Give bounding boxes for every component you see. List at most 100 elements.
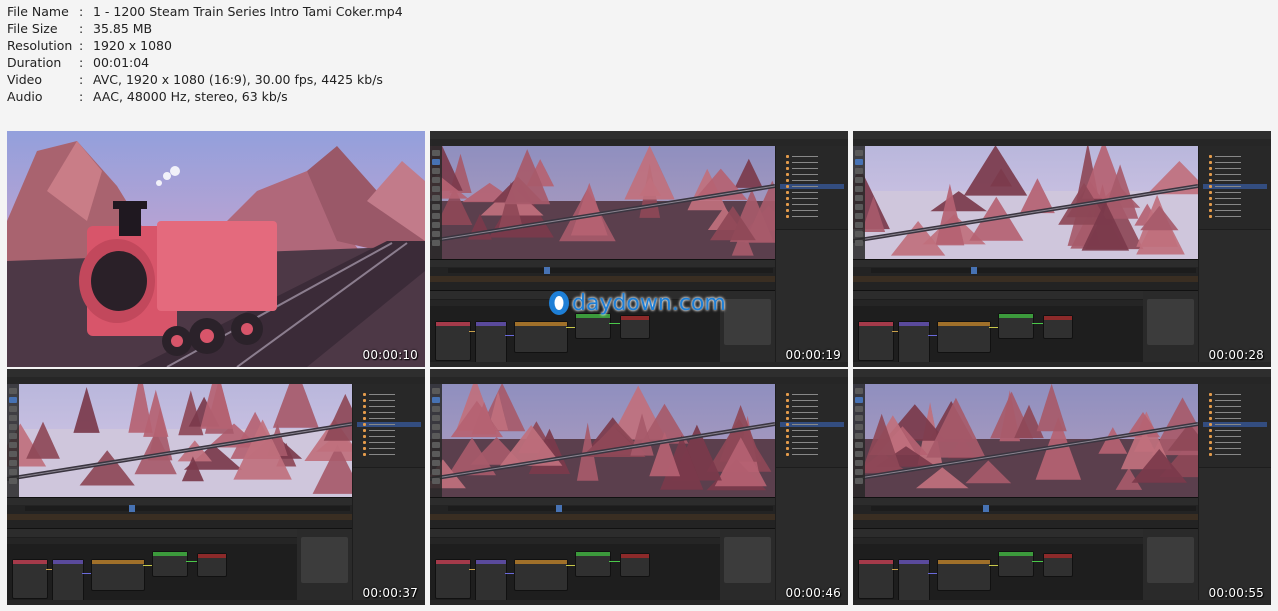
- outliner-row[interactable]: [1203, 166, 1267, 171]
- outliner-row[interactable]: [1203, 214, 1267, 219]
- outliner-row[interactable]: [1203, 172, 1267, 177]
- environment-texture-node[interactable]: [937, 321, 991, 353]
- blender-menubar[interactable]: [7, 377, 425, 384]
- tool-icon[interactable]: [9, 469, 17, 475]
- shader-node-editor[interactable]: [430, 528, 720, 605]
- viewport-3d[interactable]: [853, 146, 1198, 259]
- tool-icon[interactable]: [855, 397, 863, 403]
- outliner-row[interactable]: [780, 154, 844, 159]
- tool-icon[interactable]: [855, 424, 863, 430]
- tool-icon[interactable]: [9, 451, 17, 457]
- outliner-row[interactable]: [1203, 446, 1267, 451]
- tool-icon[interactable]: [855, 388, 863, 394]
- outliner-row[interactable]: [357, 392, 421, 397]
- viewport-3d[interactable]: [7, 384, 352, 497]
- outliner-row[interactable]: [780, 428, 844, 433]
- outliner-row[interactable]: [780, 392, 844, 397]
- playhead[interactable]: [556, 505, 562, 512]
- shader-node-editor[interactable]: [7, 528, 297, 605]
- world-output-node[interactable]: [1043, 315, 1073, 339]
- playhead[interactable]: [544, 267, 550, 274]
- outliner-row[interactable]: [780, 404, 844, 409]
- outliner-row[interactable]: [1203, 440, 1267, 445]
- outliner-row[interactable]: [780, 166, 844, 171]
- outliner-row[interactable]: [357, 440, 421, 445]
- outliner-row[interactable]: [1203, 434, 1267, 439]
- outliner-row[interactable]: [1203, 410, 1267, 415]
- outliner-row[interactable]: [1203, 398, 1267, 403]
- outliner-row[interactable]: [780, 440, 844, 445]
- blender-menubar[interactable]: [430, 377, 848, 384]
- outliner-row[interactable]: [1203, 178, 1267, 183]
- outliner-row[interactable]: [780, 160, 844, 165]
- tool-icon[interactable]: [9, 388, 17, 394]
- tool-icon[interactable]: [432, 213, 440, 219]
- tool-icon[interactable]: [855, 168, 863, 174]
- background-node[interactable]: [152, 551, 188, 577]
- tool-icon[interactable]: [9, 433, 17, 439]
- tool-icon[interactable]: [432, 397, 440, 403]
- texture-coordinate-node[interactable]: [12, 559, 48, 599]
- tool-icon[interactable]: [432, 168, 440, 174]
- outliner-row[interactable]: [357, 428, 421, 433]
- outliner-row[interactable]: [780, 214, 844, 219]
- outliner-row[interactable]: [1203, 160, 1267, 165]
- tool-icon[interactable]: [432, 388, 440, 394]
- world-output-node[interactable]: [1043, 553, 1073, 577]
- tool-icon[interactable]: [855, 240, 863, 246]
- outliner-row[interactable]: [357, 410, 421, 415]
- world-output-node[interactable]: [197, 553, 227, 577]
- mapping-node[interactable]: [898, 559, 930, 603]
- environment-texture-node[interactable]: [91, 559, 145, 591]
- viewport-3d[interactable]: [853, 384, 1198, 497]
- tool-icon[interactable]: [9, 460, 17, 466]
- outliner-row[interactable]: [1203, 190, 1267, 195]
- shader-node-editor[interactable]: [853, 528, 1143, 605]
- mapping-node[interactable]: [52, 559, 84, 603]
- texture-coordinate-node[interactable]: [858, 559, 894, 599]
- outliner-row[interactable]: [780, 422, 844, 427]
- tool-icon[interactable]: [855, 204, 863, 210]
- tool-icon[interactable]: [9, 442, 17, 448]
- tool-icon[interactable]: [9, 397, 17, 403]
- texture-coordinate-node[interactable]: [435, 321, 471, 361]
- tool-icon[interactable]: [432, 406, 440, 412]
- tool-icon[interactable]: [432, 451, 440, 457]
- mapping-node[interactable]: [898, 321, 930, 365]
- tool-icon[interactable]: [432, 469, 440, 475]
- background-node[interactable]: [575, 551, 611, 577]
- blender-menubar[interactable]: [853, 377, 1271, 384]
- outliner-row[interactable]: [357, 416, 421, 421]
- tool-icon[interactable]: [432, 231, 440, 237]
- outliner-row[interactable]: [357, 422, 421, 427]
- outliner-row[interactable]: [1203, 422, 1267, 427]
- outliner-row[interactable]: [1203, 202, 1267, 207]
- tool-icon[interactable]: [9, 424, 17, 430]
- timeline[interactable]: [853, 259, 1198, 290]
- tool-icon[interactable]: [432, 433, 440, 439]
- tool-icon[interactable]: [9, 478, 17, 484]
- tool-icon[interactable]: [855, 406, 863, 412]
- background-node[interactable]: [998, 313, 1034, 339]
- tool-icon[interactable]: [855, 460, 863, 466]
- outliner-row[interactable]: [1203, 392, 1267, 397]
- tool-icon[interactable]: [855, 451, 863, 457]
- playhead[interactable]: [129, 505, 135, 512]
- tool-icon[interactable]: [432, 159, 440, 165]
- timeline[interactable]: [7, 497, 352, 528]
- environment-texture-node[interactable]: [514, 321, 568, 353]
- timeline[interactable]: [853, 497, 1198, 528]
- texture-coordinate-node[interactable]: [858, 321, 894, 361]
- tool-icon[interactable]: [432, 177, 440, 183]
- outliner-row[interactable]: [357, 446, 421, 451]
- tool-icon[interactable]: [432, 204, 440, 210]
- tool-icon[interactable]: [432, 150, 440, 156]
- outliner-row[interactable]: [357, 404, 421, 409]
- outliner-row[interactable]: [357, 452, 421, 457]
- outliner-row[interactable]: [780, 172, 844, 177]
- tool-icon[interactable]: [432, 186, 440, 192]
- tool-icon[interactable]: [432, 240, 440, 246]
- tool-icon[interactable]: [432, 460, 440, 466]
- tool-icon[interactable]: [855, 415, 863, 421]
- background-node[interactable]: [575, 313, 611, 339]
